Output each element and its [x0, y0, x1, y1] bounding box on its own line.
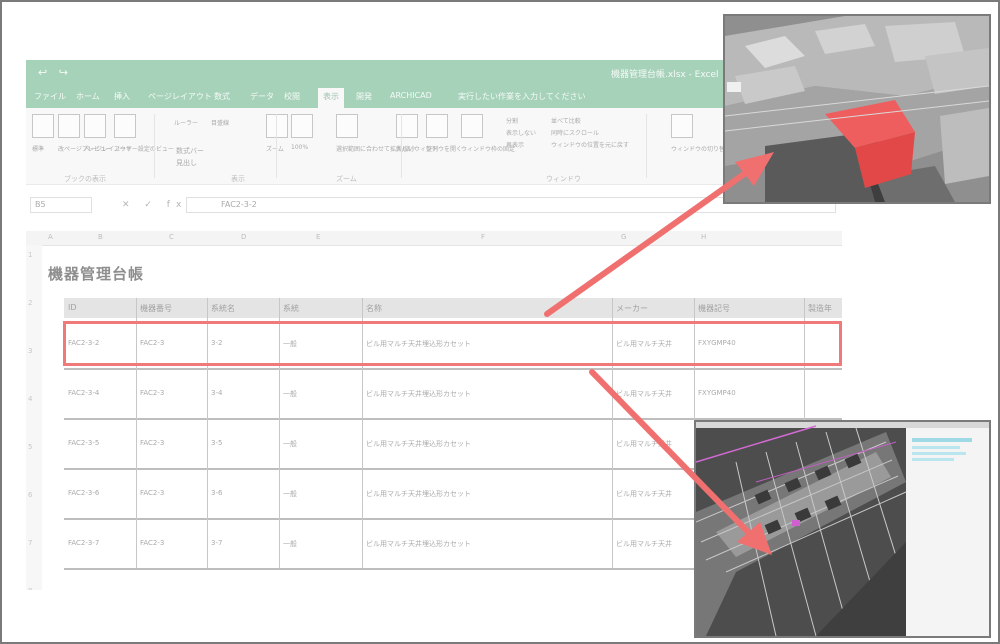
arrow-to-plan-view	[589, 369, 753, 537]
arrows-overlay	[544, 152, 774, 555]
figure-frame: ↩ ↪ 機器管理台帳.xlsx - Excel ファイル ホーム 挿入 ページレイアウ…	[0, 0, 1000, 644]
arrow-to-3d-view	[544, 169, 750, 317]
arrow-head-3d	[735, 152, 774, 186]
